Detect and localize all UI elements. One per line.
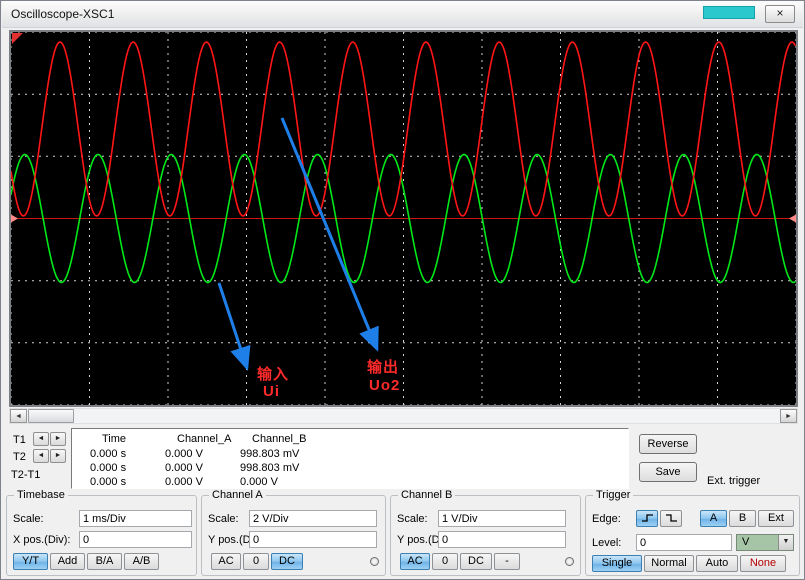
trigger-single-button[interactable]: Single — [592, 555, 642, 572]
t1-time: 0.000 s — [90, 448, 165, 460]
axis-left-marker — [11, 215, 18, 223]
readout-row-t2: 0.000 s 0.000 V 998.803 mV — [72, 462, 628, 474]
channel-b-probe-icon — [565, 557, 574, 566]
trigger-level-field[interactable] — [636, 534, 732, 551]
channel-b-scale-label: Scale: — [397, 513, 428, 525]
t1-move-right-button[interactable]: ► — [50, 432, 66, 446]
t2-move-right-button[interactable]: ► — [50, 449, 66, 463]
readout-row-t1: 0.000 s 0.000 V 998.803 mV — [72, 448, 628, 460]
column-channel-a: Channel_A — [165, 433, 240, 445]
falling-edge-icon — [665, 512, 678, 524]
ab-mode-button[interactable]: A/B — [124, 553, 159, 570]
t1-channel-b: 998.803 mV — [240, 448, 360, 460]
yt-mode-button[interactable]: Y/T — [13, 553, 48, 570]
right-arrow-icon: ► — [55, 435, 62, 442]
reverse-button[interactable]: Reverse — [639, 434, 697, 454]
trigger-level-label: Level: — [592, 537, 621, 549]
cursor-t1-label: T1 — [13, 434, 26, 446]
channel-b-invert-button[interactable]: - — [494, 553, 520, 570]
trigger-level-unit-value: V — [742, 536, 749, 548]
rising-edge-icon — [641, 512, 654, 524]
trigger-source-ext-button[interactable]: Ext — [758, 510, 794, 527]
trigger-auto-button[interactable]: Auto — [696, 555, 738, 572]
measurement-readout: Time Channel_A Channel_B 0.000 s 0.000 V… — [71, 428, 629, 489]
scrollbar-thumb[interactable] — [28, 409, 74, 423]
left-arrow-icon: ◄ — [38, 452, 45, 459]
trigger-source-a-button[interactable]: A — [700, 510, 727, 527]
left-arrow-icon: ◄ — [38, 435, 45, 442]
right-arrow-icon: ► — [55, 452, 62, 459]
trigger-title: Trigger — [593, 489, 633, 501]
channel-a-ypos-field[interactable] — [249, 531, 377, 548]
rising-edge-button[interactable] — [636, 510, 658, 527]
readout-row-diff: 0.000 s 0.000 V 0.000 V — [72, 476, 628, 488]
channel-a-ac-button[interactable]: AC — [211, 553, 241, 570]
channel-b-ypos-field[interactable] — [438, 531, 566, 548]
t1-move-left-button[interactable]: ◄ — [33, 432, 49, 446]
timebase-group: Timebase Scale: X pos.(Div): Y/T Add B/A… — [6, 495, 197, 576]
channel-b-ac-button[interactable]: AC — [400, 553, 430, 570]
waveform-canvas — [11, 32, 796, 405]
t2-channel-a: 0.000 V — [165, 462, 240, 474]
scope-display: 输入Ui输出Uo2 — [9, 30, 798, 407]
t1-channel-a: 0.000 V — [165, 448, 240, 460]
trigger-edge-label: Edge: — [592, 513, 621, 525]
channel-a-scale-label: Scale: — [208, 513, 239, 525]
falling-edge-button[interactable] — [660, 510, 682, 527]
diff-time: 0.000 s — [90, 476, 165, 488]
trigger-source-b-button[interactable]: B — [729, 510, 756, 527]
channel-b-zero-button[interactable]: 0 — [432, 553, 458, 570]
channel-b-dc-button[interactable]: DC — [460, 553, 492, 570]
cursor1-marker[interactable] — [12, 33, 23, 44]
column-channel-b: Channel_B — [240, 433, 360, 445]
trigger-normal-button[interactable]: Normal — [644, 555, 694, 572]
channel-b-title: Channel B — [398, 489, 455, 501]
close-icon: × — [776, 6, 783, 20]
chevron-down-icon: ▼ — [778, 535, 793, 550]
close-button[interactable]: × — [765, 5, 795, 23]
timebase-title: Timebase — [14, 489, 68, 501]
timebase-scale-field[interactable] — [79, 510, 192, 527]
column-time: Time — [90, 433, 165, 445]
channel-a-probe-icon — [370, 557, 379, 566]
titlebar[interactable]: Oscilloscope-XSC1 × — [2, 1, 803, 28]
timebase-scale-label: Scale: — [13, 513, 44, 525]
add-mode-button[interactable]: Add — [50, 553, 85, 570]
annotation-arrow — [219, 283, 247, 368]
diff-channel-a: 0.000 V — [165, 476, 240, 488]
scope-scrollbar[interactable]: ◄ ► — [9, 408, 798, 424]
ba-mode-button[interactable]: B/A — [87, 553, 122, 570]
window-title: Oscilloscope-XSC1 — [11, 7, 114, 21]
titlebar-accent — [703, 6, 755, 19]
cursor-diff-label: T2-T1 — [11, 469, 40, 481]
t2-move-left-button[interactable]: ◄ — [33, 449, 49, 463]
t2-channel-b: 998.803 mV — [240, 462, 360, 474]
scrollbar-right-button[interactable]: ► — [780, 409, 797, 423]
save-button[interactable]: Save — [639, 462, 697, 482]
ext-trigger-label: Ext. trigger — [707, 475, 760, 487]
trigger-group: Trigger Edge: A B Ext Level: V ▼ Single … — [585, 495, 800, 576]
diff-channel-b: 0.000 V — [240, 476, 360, 488]
scroll-left-icon: ◄ — [15, 413, 22, 420]
axis-right-marker — [789, 215, 796, 223]
timebase-xpos-label: X pos.(Div): — [13, 534, 70, 546]
channel-a-title: Channel A — [209, 489, 266, 501]
channel-a-dc-button[interactable]: DC — [271, 553, 303, 570]
t2-time: 0.000 s — [90, 462, 165, 474]
channel-a-zero-button[interactable]: 0 — [243, 553, 269, 570]
channel-b-scale-field[interactable] — [438, 510, 566, 527]
channel-a-scale-field[interactable] — [249, 510, 377, 527]
readout-header-row: Time Channel_A Channel_B — [72, 433, 628, 445]
trigger-level-unit-select[interactable]: V ▼ — [736, 534, 794, 551]
channel-b-group: Channel B Scale: Y pos.(Div): AC 0 DC - — [390, 495, 581, 576]
scrollbar-left-button[interactable]: ◄ — [10, 409, 27, 423]
timebase-xpos-field[interactable] — [79, 531, 192, 548]
trigger-none-button[interactable]: None — [740, 555, 786, 572]
cursor-t2-label: T2 — [13, 451, 26, 463]
oscilloscope-window: Oscilloscope-XSC1 × 输入Ui输出Uo2 ◄ ► T1 ◄ ►… — [0, 0, 805, 580]
scroll-right-icon: ► — [785, 413, 792, 420]
channel-a-group: Channel A Scale: Y pos.(Div): AC 0 DC — [201, 495, 386, 576]
